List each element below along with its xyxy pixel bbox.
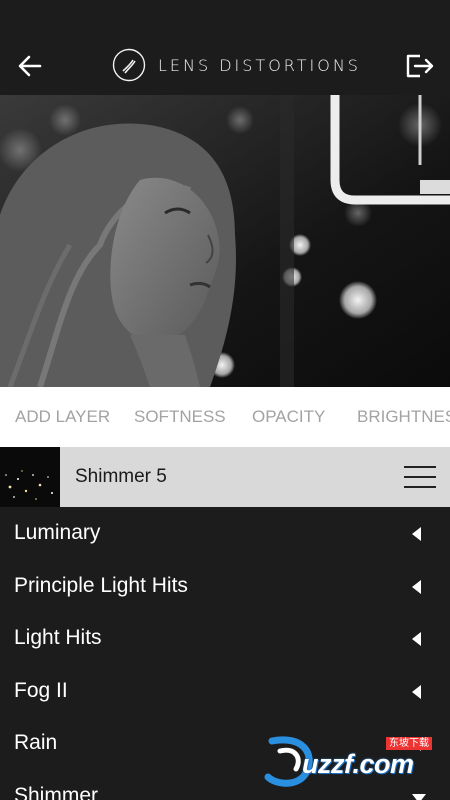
- back-button[interactable]: [14, 50, 46, 82]
- layer-name: Shimmer 5: [75, 466, 167, 487]
- caret-left-icon: [412, 684, 421, 699]
- layer-menu-button[interactable]: [402, 462, 438, 492]
- list-item-label: Light Hits: [14, 626, 102, 650]
- export-button[interactable]: [402, 50, 436, 82]
- hamburger-menu-icon: [404, 466, 436, 468]
- list-item-label: Shimmer: [14, 783, 99, 800]
- list-item-fog-ii[interactable]: Fog II: [0, 665, 450, 718]
- caret-left-icon: [412, 632, 421, 647]
- list-item-label: Fog II: [14, 678, 68, 702]
- tab-brightness[interactable]: BRIGHTNESS: [357, 387, 450, 447]
- caret-down-icon: [412, 793, 426, 800]
- app-logo: LENS DISTORTIONS: [112, 47, 361, 83]
- list-item-label: Luminary: [14, 521, 101, 544]
- list-item-label: Principle Light Hits: [14, 573, 188, 597]
- tab-softness[interactable]: SOFTNESS: [134, 387, 226, 447]
- adjustment-tabs: ADD LAYER SOFTNESS OPACITY BRIGHTNESS: [0, 387, 450, 447]
- arrow-left-icon: [18, 55, 42, 77]
- site-watermark: 东坡下载 uzzf.com: [262, 733, 442, 789]
- photo-preview[interactable]: [0, 95, 450, 387]
- app-title: LENS DISTORTIONS: [158, 55, 361, 75]
- active-layer-bar[interactable]: Shimmer 5: [0, 447, 450, 507]
- tab-add-layer[interactable]: ADD LAYER: [15, 387, 110, 447]
- app-header: LENS DISTORTIONS: [0, 0, 450, 95]
- caret-left-icon: [412, 527, 421, 541]
- shimmer-thumbnail-image: [0, 447, 60, 507]
- list-item-label: Rain: [14, 731, 58, 755]
- portrait-photo: [0, 95, 450, 387]
- hamburger-line: [404, 476, 436, 478]
- export-icon: [406, 54, 434, 78]
- list-item-luminary[interactable]: Luminary: [0, 507, 450, 560]
- tab-opacity[interactable]: OPACITY: [252, 387, 325, 447]
- layer-thumbnail: [0, 447, 60, 507]
- watermark-text: uzzf.com: [302, 749, 414, 779]
- list-item-principle-light-hits[interactable]: Principle Light Hits: [0, 560, 450, 613]
- caret-left-icon: [412, 579, 421, 594]
- list-item-light-hits[interactable]: Light Hits: [0, 612, 450, 665]
- lens-distortions-logo-icon: [112, 48, 146, 82]
- hamburger-line: [404, 486, 436, 488]
